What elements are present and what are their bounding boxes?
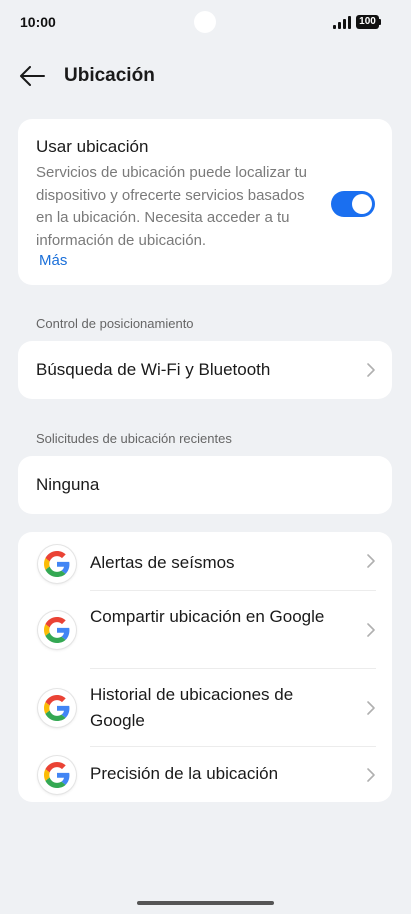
camera-cutout	[194, 11, 216, 33]
wifi-bluetooth-scanning-item[interactable]: Búsqueda de Wi-Fi y Bluetooth	[18, 341, 392, 399]
status-time: 10:00	[20, 14, 56, 30]
use-location-description: Servicios de ubicación puede localizar t…	[36, 164, 307, 249]
positioning-section-label: Control de posicionamiento	[36, 316, 194, 331]
page-title: Ubicación	[64, 65, 155, 86]
chevron-right-icon	[367, 700, 375, 715]
battery-icon: 100	[356, 15, 382, 29]
use-location-toggle[interactable]	[331, 191, 375, 217]
list-item-label: Compartir ubicación en Google	[90, 607, 325, 626]
recent-requests-section-label: Solicitudes de ubicación recientes	[36, 431, 232, 446]
wifi-bluetooth-label: Búsqueda de Wi-Fi y Bluetooth	[36, 360, 271, 379]
arrow-left-icon	[20, 66, 45, 86]
google-icon	[38, 545, 76, 583]
list-item-share-location[interactable]: Compartir ubicación en Google	[18, 591, 392, 668]
list-item-earthquake-alerts[interactable]: Alertas de seísmos	[18, 532, 392, 590]
more-link[interactable]: Más	[39, 252, 67, 269]
google-services-card: Alertas de seísmos Compartir ubicación e…	[18, 532, 392, 802]
chevron-right-icon	[367, 767, 375, 782]
signal-icon	[333, 16, 351, 29]
use-location-title: Usar ubicación	[36, 137, 149, 156]
list-item-location-accuracy[interactable]: Precisión de la ubicación	[18, 747, 392, 802]
app-header: Ubicación	[0, 56, 411, 96]
toggle-knob	[352, 194, 372, 214]
screen: 10:00 100 Ubicación Usar ubicación Servi…	[0, 0, 411, 914]
recent-requests-value: Ninguna	[36, 475, 100, 494]
use-location-card: Usar ubicación Servicios de ubicación pu…	[18, 119, 392, 285]
chevron-right-icon	[367, 554, 375, 568]
back-button[interactable]	[14, 58, 50, 94]
chevron-right-icon	[367, 363, 375, 377]
chevron-right-icon	[367, 622, 375, 637]
google-icon	[38, 756, 76, 794]
list-item-location-history[interactable]: Historial de ubicaciones de Google	[18, 669, 392, 746]
recent-requests-item: Ninguna	[18, 456, 392, 514]
list-item-label: Precisión de la ubicación	[90, 764, 279, 783]
home-indicator[interactable]	[137, 901, 274, 905]
google-icon	[38, 611, 76, 649]
list-item-label: Historial de ubicaciones de Google	[90, 685, 294, 730]
list-item-label: Alertas de seísmos	[90, 553, 235, 572]
status-bar: 10:00 100	[0, 0, 411, 46]
battery-level: 100	[356, 15, 379, 29]
google-icon	[38, 689, 76, 727]
